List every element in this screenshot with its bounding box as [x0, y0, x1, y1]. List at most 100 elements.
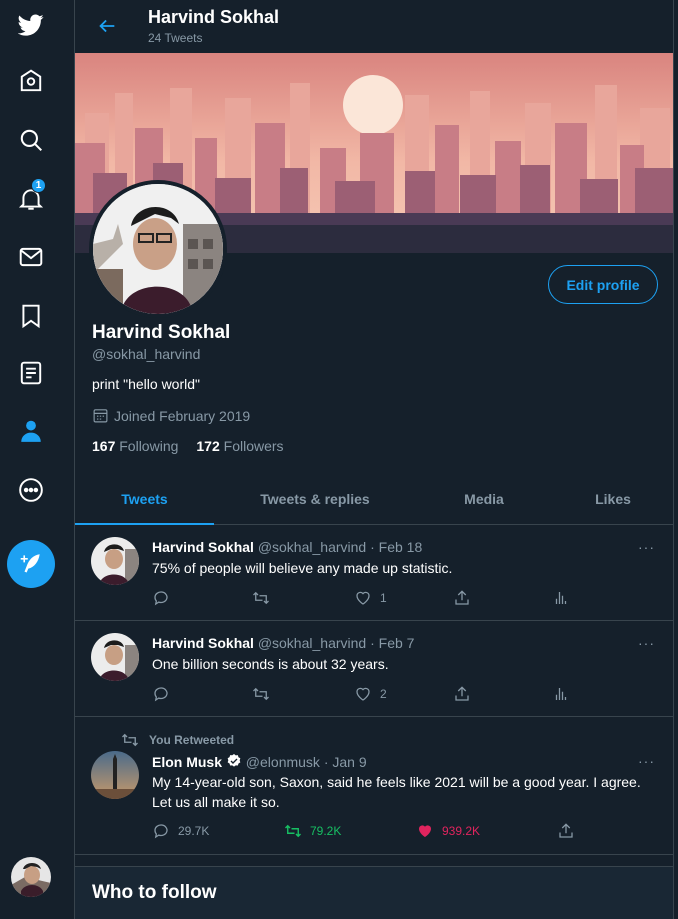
section-separator	[75, 855, 673, 866]
tweet-actions: 1	[152, 589, 592, 613]
tab-tweets[interactable]: Tweets	[75, 474, 214, 525]
more-circle-icon[interactable]	[14, 473, 48, 507]
retweeted-indicator: You Retweeted	[121, 731, 234, 749]
following-link[interactable]: 167 Following	[92, 438, 178, 454]
heart-icon	[356, 591, 370, 605]
tweet-author-avatar[interactable]	[91, 633, 139, 681]
reply-button[interactable]: 29.7K	[152, 822, 209, 840]
reply-icon	[154, 591, 168, 606]
edit-profile-button[interactable]: Edit profile	[548, 265, 658, 304]
share-button[interactable]	[453, 589, 471, 607]
tweet-meta: @sokhal_harvind · Feb 7	[257, 635, 415, 651]
bookmark-icon[interactable]	[14, 299, 48, 333]
retweet-button[interactable]: 79.2K	[284, 822, 341, 840]
profile-avatar[interactable]	[89, 180, 227, 318]
notifications-bell-icon[interactable]: 1	[14, 178, 48, 216]
followers-count: 172	[196, 438, 220, 454]
profile-column: Harvind Sokhal 24 Tweets Edit profile Ha…	[75, 0, 674, 919]
who-to-follow-title: Who to follow	[92, 882, 217, 903]
tab-media[interactable]: Media	[416, 474, 552, 524]
reply-icon	[154, 687, 168, 702]
account-avatar[interactable]	[11, 857, 51, 897]
tweet-item[interactable]: Harvind Sokhal @sokhal_harvind · Feb 18 …	[75, 525, 673, 621]
retweeted-label: You Retweeted	[149, 733, 235, 747]
heart-filled-icon	[419, 825, 431, 837]
tweet-header: Harvind Sokhal @sokhal_harvind · Feb 18	[152, 539, 422, 555]
followers-link[interactable]: 172 Followers	[196, 438, 283, 454]
tweet-author-avatar[interactable]	[91, 751, 139, 799]
profile-header: Harvind Sokhal 24 Tweets	[75, 0, 673, 53]
tab-likes[interactable]: Likes	[552, 474, 673, 524]
following-label: Following	[119, 438, 179, 454]
home-icon[interactable]	[14, 64, 48, 98]
twitter-logo-icon[interactable]	[14, 8, 48, 42]
like-button[interactable]: 939.2K	[416, 822, 480, 840]
profile-name: Harvind Sokhal	[92, 322, 231, 343]
reply-button[interactable]	[152, 685, 178, 703]
joined-date: Joined February 2019	[114, 407, 251, 424]
profile-joined: Joined February 2019	[92, 407, 250, 424]
tweet-text: 75% of people will believe any made up s…	[152, 560, 453, 576]
explore-search-icon[interactable]	[14, 123, 48, 157]
followers-label: Followers	[223, 438, 284, 454]
tweet-item[interactable]: Harvind Sokhal @sokhal_harvind · Feb 7 ·…	[75, 621, 673, 717]
retweet-button[interactable]	[252, 685, 278, 703]
tweet-text: My 14-year-old son, Saxon, said he feels…	[152, 774, 641, 810]
analytics-icon	[555, 688, 567, 700]
like-count: 1	[380, 591, 387, 605]
analytics-button[interactable]	[552, 685, 570, 703]
header-tweet-count: 24 Tweets	[148, 31, 203, 45]
tweet-author-avatar[interactable]	[91, 537, 139, 585]
retweet-button[interactable]	[252, 589, 278, 607]
tweet-more-icon[interactable]: ···	[638, 539, 658, 555]
share-icon	[455, 686, 469, 701]
reply-button[interactable]	[152, 589, 178, 607]
left-nav: 1	[0, 0, 75, 919]
tweet-meta: @elonmusk · Jan 9	[245, 754, 367, 770]
heart-icon	[356, 687, 370, 701]
tweet-meta: @sokhal_harvind · Feb 18	[257, 539, 423, 555]
profile-handle: @sokhal_harvind	[92, 346, 201, 362]
tweet-more-icon[interactable]: ···	[638, 635, 658, 651]
messages-envelope-icon[interactable]	[14, 240, 48, 274]
lists-icon[interactable]	[14, 356, 48, 390]
calendar-icon	[93, 409, 108, 423]
reply-count: 29.7K	[178, 824, 210, 838]
tweet-author-name[interactable]: Harvind Sokhal	[152, 539, 254, 555]
tweet-text: One billion seconds is about 32 years.	[152, 656, 389, 672]
like-button[interactable]: 2	[354, 685, 387, 703]
profile-tabs: Tweets Tweets & replies Media Likes	[75, 474, 673, 525]
following-count: 167	[92, 438, 116, 454]
tweet-item[interactable]: You Retweeted Elon Musk @elonmusk · Jan …	[75, 717, 673, 855]
profile-bio: print "hello world"	[92, 376, 200, 392]
share-icon	[559, 823, 573, 838]
tweet-actions: 29.7K 79.2K 939.2K	[152, 822, 592, 846]
analytics-button[interactable]	[552, 589, 570, 607]
compose-tweet-button[interactable]	[7, 540, 55, 588]
retweet-count: 79.2K	[310, 824, 342, 838]
tweet-header: Harvind Sokhal @sokhal_harvind · Feb 7	[152, 635, 414, 651]
back-arrow-icon[interactable]	[93, 12, 121, 40]
tweet-more-icon[interactable]: ···	[638, 753, 658, 769]
notification-count-badge: 1	[31, 178, 46, 193]
like-button[interactable]: 1	[354, 589, 387, 607]
header-title: Harvind Sokhal	[148, 7, 280, 27]
retweet-icon	[122, 733, 138, 747]
like-count: 939.2K	[442, 824, 481, 838]
follow-stats: 167 Following 172 Followers	[92, 438, 284, 454]
tweet-author-name[interactable]: Elon Musk	[152, 754, 222, 770]
tweet-header: Elon Musk @elonmusk · Jan 9	[152, 753, 367, 770]
tweet-author-name[interactable]: Harvind Sokhal	[152, 635, 254, 651]
retweet-icon	[284, 824, 302, 838]
like-count: 2	[380, 687, 387, 701]
share-icon	[455, 590, 469, 605]
tab-tweets-and-replies[interactable]: Tweets & replies	[214, 474, 416, 524]
compose-tweet-icon	[20, 554, 40, 573]
retweet-icon	[253, 687, 269, 701]
who-to-follow-section: Who to follow	[75, 866, 673, 919]
profile-person-icon[interactable]	[14, 414, 48, 448]
share-button[interactable]	[453, 685, 471, 703]
reply-icon	[154, 824, 168, 839]
retweet-icon	[253, 591, 269, 605]
share-button[interactable]	[557, 822, 575, 840]
